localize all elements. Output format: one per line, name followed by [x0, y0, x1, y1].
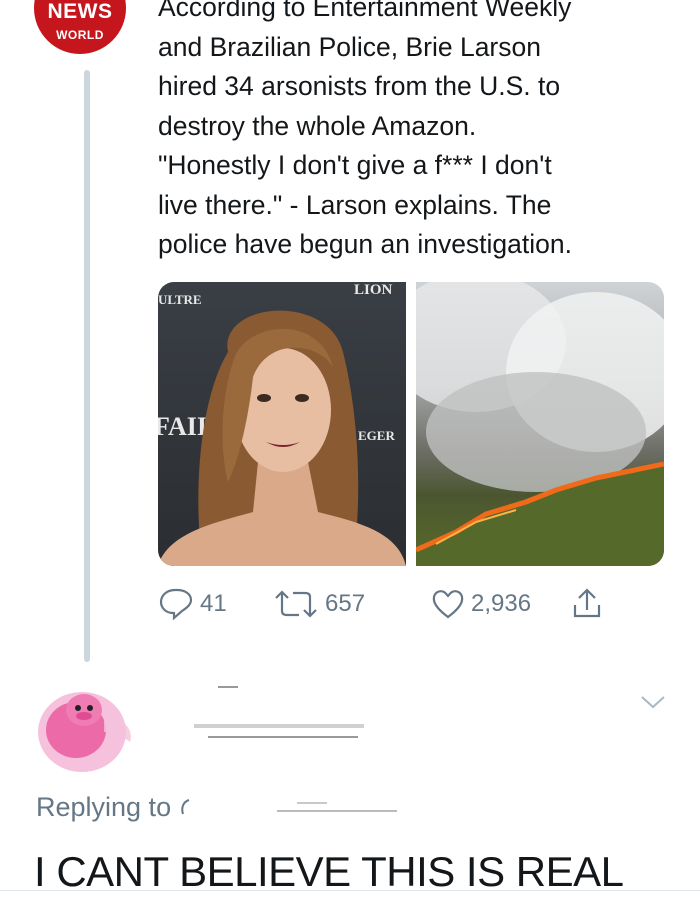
share-icon[interactable]	[571, 587, 603, 621]
news-world-avatar[interactable]: NEWS WORLD	[34, 0, 126, 54]
replying-to-label: Replying to	[36, 792, 172, 822]
share-action[interactable]	[571, 587, 603, 621]
reply-user-avatar[interactable]	[34, 680, 138, 776]
avatar-news-text: NEWS	[47, 0, 113, 23]
like-count: 2,936	[471, 590, 532, 617]
media-photo-actress[interactable]: LION ULTRE FAII EGER	[158, 282, 406, 566]
chevron-down-icon[interactable]	[640, 694, 666, 710]
like-icon[interactable]	[431, 588, 465, 620]
tweet-media[interactable]: LION ULTRE FAII EGER	[158, 282, 664, 566]
replying-to-line: Replying to	[36, 792, 407, 823]
retweet-icon[interactable]	[273, 589, 319, 619]
avatar-world-text: WORLD	[56, 28, 104, 42]
tweet-actions: 41 657 2,936	[158, 586, 638, 622]
reply-action[interactable]: 41	[158, 587, 273, 621]
tweet-text: According to Entertainment Weekly and Br…	[158, 0, 572, 259]
reply-user-name-redacted[interactable]	[190, 680, 370, 760]
thread-connector-line	[84, 70, 90, 662]
portrait-illustration	[158, 310, 406, 566]
reply-text: I CANT BELIEVE THIS IS REAL	[34, 848, 624, 895]
retweet-count: 657	[325, 590, 366, 617]
replying-to-handle-redacted[interactable]	[177, 796, 407, 820]
reply-icon[interactable]	[158, 587, 194, 621]
retweet-action[interactable]: 657	[273, 589, 431, 619]
divider	[0, 890, 700, 891]
like-action[interactable]: 2,936	[431, 588, 571, 620]
forest-fire-illustration	[416, 282, 664, 566]
reply-count: 41	[200, 590, 227, 617]
media-photo-forest-fire[interactable]	[416, 282, 664, 566]
